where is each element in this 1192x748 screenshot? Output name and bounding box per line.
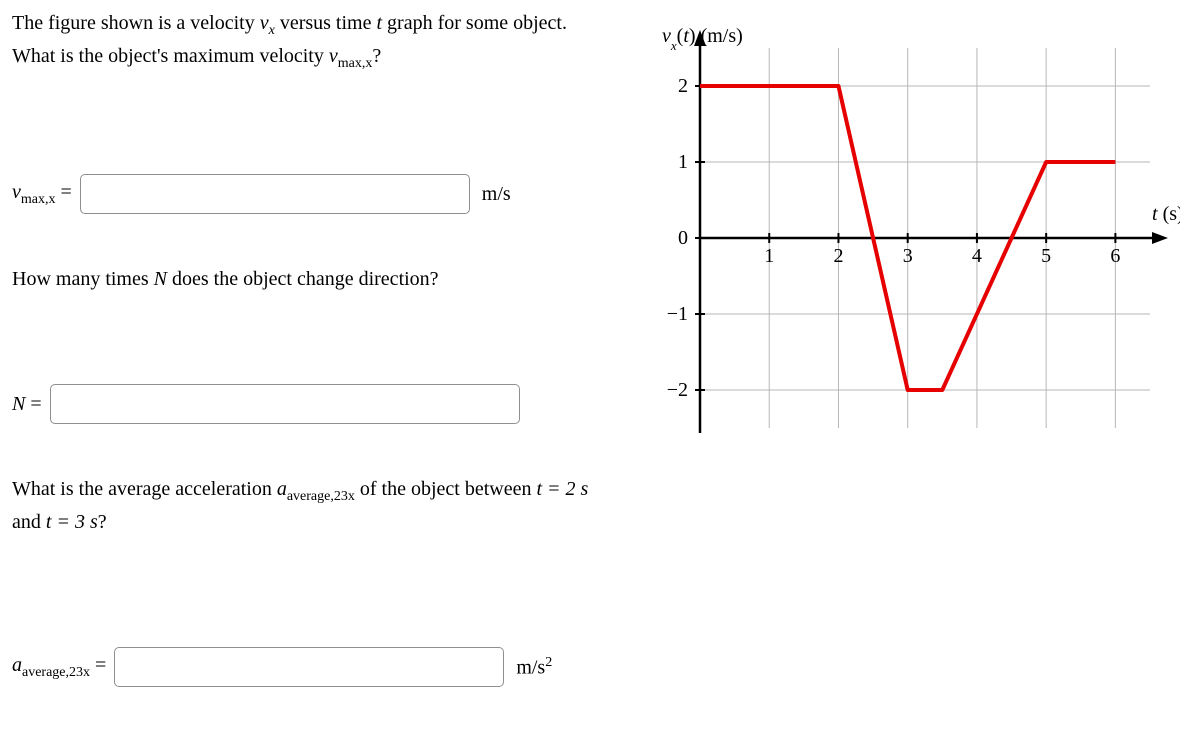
svg-text:t (s): t (s) xyxy=(1152,203,1180,225)
q1-text-a: The figure shown is a velocity xyxy=(12,12,260,34)
q1-varvmax: vmax,x xyxy=(329,45,373,67)
svg-text:1: 1 xyxy=(764,245,774,267)
svg-text:5: 5 xyxy=(1041,245,1051,267)
svg-text:2: 2 xyxy=(678,75,688,97)
svg-text:3: 3 xyxy=(903,245,913,267)
q1-text-b: versus time xyxy=(275,12,377,34)
q1-unit: m/s xyxy=(482,183,511,206)
q3-label: aaverage,23x = xyxy=(12,654,106,681)
q2-text-a: How many times xyxy=(12,268,154,290)
q3-unit: m/s2 xyxy=(516,655,552,680)
svg-text:vx(t) (m/s): vx(t) (m/s) xyxy=(662,25,743,53)
svg-text:6: 6 xyxy=(1110,245,1120,267)
svg-text:0: 0 xyxy=(678,227,688,249)
q1-prompt: The figure shown is a velocity vx versus… xyxy=(12,8,600,74)
aavg-input[interactable] xyxy=(114,647,504,687)
q2-text-b: does the object change direction? xyxy=(167,268,439,290)
svg-text:−2: −2 xyxy=(667,379,688,401)
q3-eq1: t = 2 s xyxy=(536,478,588,500)
q1-varvx: vx xyxy=(260,12,275,34)
svg-text:−1: −1 xyxy=(667,303,688,325)
q3-prompt: What is the average acceleration aaverag… xyxy=(12,474,600,537)
q3-text-a: What is the average acceleration xyxy=(12,478,277,500)
q3-and: and xyxy=(12,511,46,533)
svg-text:2: 2 xyxy=(833,245,843,267)
q1-text-d: ? xyxy=(372,45,381,67)
q2-label: N = xyxy=(12,393,42,416)
velocity-chart: 1 2 3 4 5 6 −2 −1 0 1 2 vx(t) (m/s) t (s) xyxy=(620,8,1180,448)
q3-eq2: t = 3 s xyxy=(46,511,98,533)
svg-text:1: 1 xyxy=(678,151,688,173)
q3-vara: aaverage,23x xyxy=(277,478,355,500)
q3-text-b: of the object between xyxy=(355,478,537,500)
svg-text:4: 4 xyxy=(972,245,982,267)
q1-label: vmax,x = xyxy=(12,181,72,208)
q2-varN: N xyxy=(154,268,167,290)
n-input[interactable] xyxy=(50,384,520,424)
vmax-input[interactable] xyxy=(80,174,470,214)
q3-text-c: ? xyxy=(98,511,107,533)
q2-prompt: How many times N does the object change … xyxy=(12,264,600,294)
